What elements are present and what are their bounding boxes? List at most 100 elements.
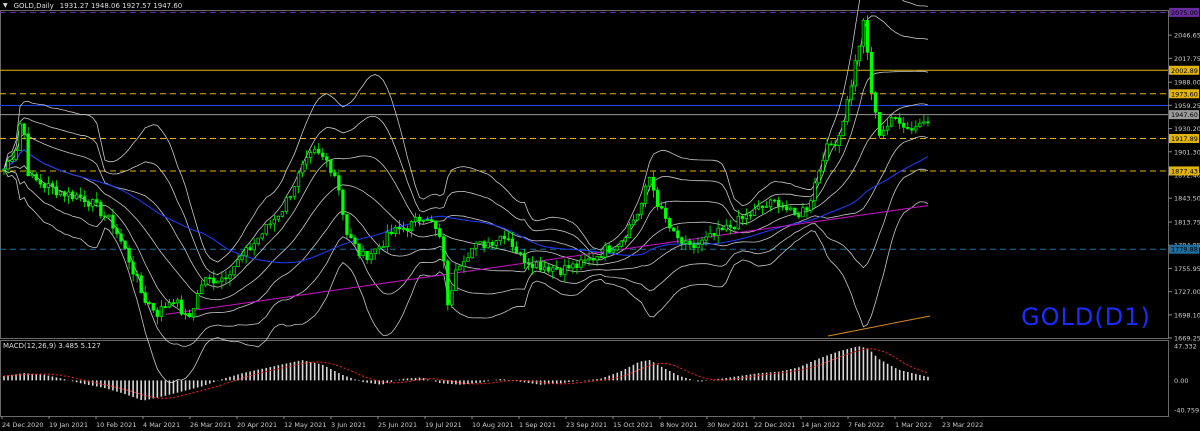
candle-body[interactable] bbox=[801, 207, 805, 218]
candle-body[interactable] bbox=[543, 266, 547, 271]
candle-body[interactable] bbox=[325, 156, 329, 161]
candle-body[interactable] bbox=[785, 206, 789, 211]
candle-body[interactable] bbox=[845, 99, 849, 122]
candle-body[interactable] bbox=[171, 302, 176, 305]
candle-body[interactable] bbox=[676, 230, 680, 239]
candle-body[interactable] bbox=[696, 244, 700, 249]
candle-body[interactable] bbox=[708, 233, 712, 238]
candle-body[interactable] bbox=[87, 201, 91, 207]
candle-body[interactable] bbox=[175, 299, 180, 304]
candle-body[interactable] bbox=[91, 199, 95, 207]
candle-body[interactable] bbox=[716, 227, 720, 236]
candle-body[interactable] bbox=[615, 245, 619, 251]
candle-body[interactable] bbox=[651, 176, 656, 191]
candle-body[interactable] bbox=[252, 243, 256, 251]
candle-body[interactable] bbox=[26, 133, 30, 177]
candle-body[interactable] bbox=[551, 267, 555, 272]
candle-body[interactable] bbox=[611, 249, 615, 253]
candle-body[interactable] bbox=[748, 214, 753, 217]
candle-body[interactable] bbox=[288, 196, 293, 199]
candle-body[interactable] bbox=[821, 159, 825, 172]
candle-body[interactable] bbox=[849, 85, 853, 101]
candle-body[interactable] bbox=[627, 224, 632, 239]
candle-body[interactable] bbox=[70, 191, 75, 199]
candle-body[interactable] bbox=[135, 273, 139, 277]
candle-body[interactable] bbox=[115, 227, 119, 235]
candle-body[interactable] bbox=[833, 144, 837, 146]
candle-body[interactable] bbox=[744, 214, 749, 219]
candle-body[interactable] bbox=[308, 152, 313, 158]
candle-body[interactable] bbox=[688, 240, 692, 245]
chart-canvas[interactable]: 2046.65 2017.75 1988.00 1959.25 1930.20 1901.… bbox=[0, 0, 1200, 431]
candle-body[interactable] bbox=[736, 215, 740, 230]
candle-body[interactable] bbox=[147, 302, 151, 304]
candle-body[interactable] bbox=[664, 207, 668, 219]
candle-body[interactable] bbox=[361, 250, 365, 256]
candle-body[interactable] bbox=[409, 221, 414, 232]
candle-body[interactable] bbox=[79, 194, 83, 197]
candle-body[interactable] bbox=[797, 214, 801, 218]
candle-body[interactable] bbox=[300, 163, 305, 174]
candle-body[interactable] bbox=[369, 253, 373, 261]
candle-body[interactable] bbox=[902, 122, 906, 128]
candle-body[interactable] bbox=[777, 199, 781, 207]
candle-body[interactable] bbox=[187, 313, 192, 318]
candle-body[interactable] bbox=[292, 186, 297, 197]
candle-body[interactable] bbox=[14, 150, 18, 160]
candle-body[interactable] bbox=[119, 233, 123, 242]
candle-body[interactable] bbox=[817, 170, 821, 184]
candle-body[interactable] bbox=[639, 202, 644, 215]
candle-body[interactable] bbox=[204, 277, 208, 286]
candle-body[interactable] bbox=[781, 205, 785, 208]
candle-body[interactable] bbox=[179, 299, 184, 315]
candle-body[interactable] bbox=[498, 235, 502, 242]
candle-body[interactable] bbox=[760, 205, 765, 208]
candle-body[interactable] bbox=[692, 244, 696, 249]
candle-body[interactable] bbox=[793, 207, 797, 215]
candle-body[interactable] bbox=[280, 211, 285, 217]
candle-body[interactable] bbox=[264, 224, 268, 235]
candle-body[interactable] bbox=[728, 224, 732, 228]
candle-body[interactable] bbox=[434, 220, 438, 230]
candle-body[interactable] bbox=[321, 152, 325, 158]
candle-body[interactable] bbox=[46, 183, 51, 188]
candle-body[interactable] bbox=[506, 238, 510, 241]
candle-body[interactable] bbox=[635, 213, 640, 221]
candle-body[interactable] bbox=[397, 226, 402, 230]
candle-body[interactable] bbox=[62, 191, 67, 197]
candle-body[interactable] bbox=[417, 216, 422, 222]
candle-body[interactable] bbox=[922, 121, 926, 124]
candle-body[interactable] bbox=[462, 260, 466, 267]
candle-body[interactable] bbox=[607, 245, 611, 253]
candle-body[interactable] bbox=[873, 92, 878, 113]
candle-body[interactable] bbox=[894, 117, 898, 119]
candle-body[interactable] bbox=[587, 257, 591, 261]
candle-body[interactable] bbox=[236, 259, 240, 268]
candle-body[interactable] bbox=[345, 214, 349, 235]
candle-body[interactable] bbox=[732, 226, 736, 230]
candle-body[interactable] bbox=[216, 280, 220, 284]
candle-body[interactable] bbox=[377, 246, 381, 250]
candle-body[interactable] bbox=[10, 159, 14, 162]
candle-body[interactable] bbox=[357, 243, 361, 256]
candle-body[interactable] bbox=[563, 265, 567, 275]
candle-body[interactable] bbox=[530, 263, 535, 268]
candle-body[interactable] bbox=[454, 269, 458, 291]
candle-body[interactable] bbox=[655, 189, 660, 207]
candle-body[interactable] bbox=[220, 277, 224, 282]
candle-body[interactable] bbox=[191, 308, 196, 318]
candle-body[interactable] bbox=[111, 214, 115, 229]
candle-body[interactable] bbox=[430, 219, 434, 222]
candle-body[interactable] bbox=[518, 252, 523, 254]
candle-body[interactable] bbox=[183, 313, 188, 315]
candle-body[interactable] bbox=[196, 293, 200, 309]
candle-body[interactable] bbox=[413, 216, 418, 222]
candle-body[interactable] bbox=[764, 206, 769, 208]
candle-body[interactable] bbox=[341, 189, 345, 215]
candle-body[interactable] bbox=[353, 237, 357, 245]
candle-body[interactable] bbox=[825, 143, 829, 161]
candle-body[interactable] bbox=[22, 123, 26, 135]
candle-body[interactable] bbox=[474, 242, 478, 249]
candle-body[interactable] bbox=[389, 231, 393, 235]
candle-body[interactable] bbox=[426, 219, 430, 221]
